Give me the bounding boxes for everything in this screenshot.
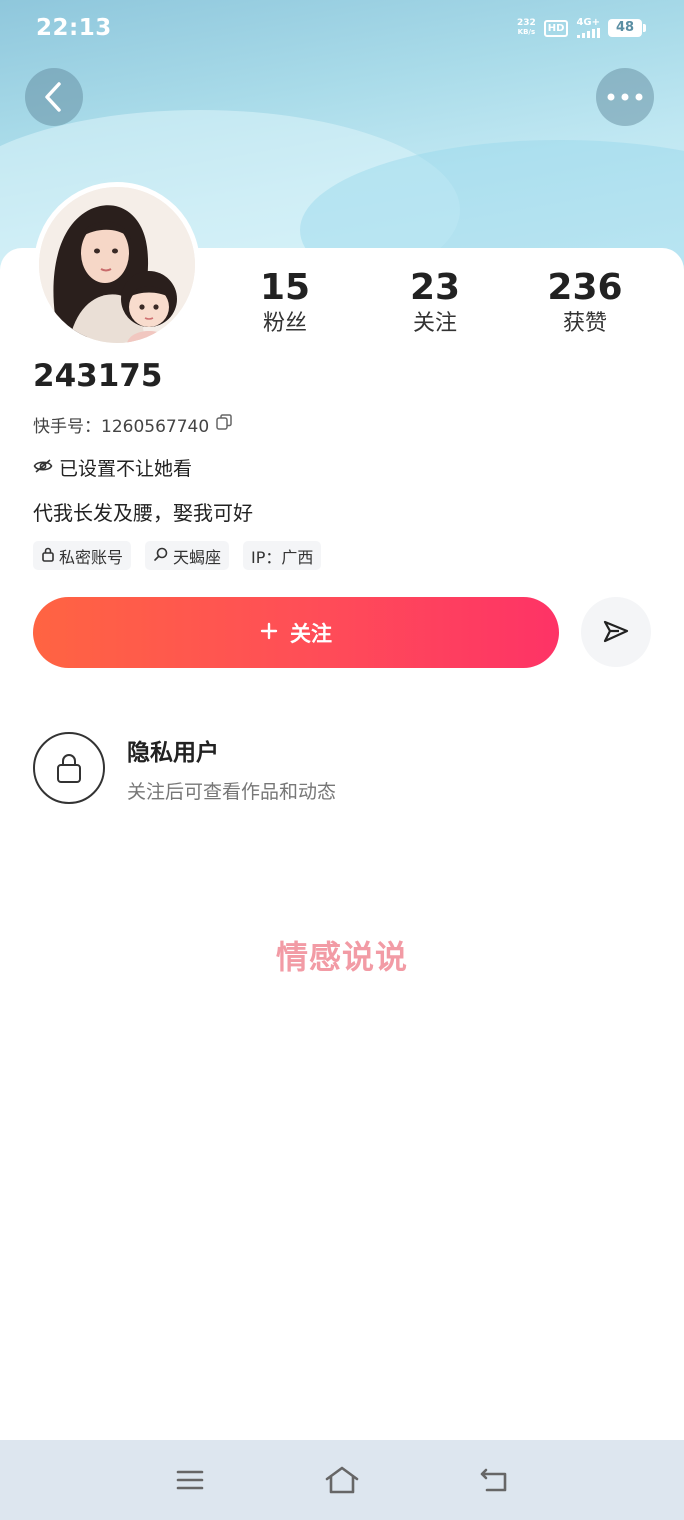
stat-value: 236 bbox=[547, 267, 623, 308]
more-button[interactable] bbox=[596, 68, 654, 126]
stat-value: 15 bbox=[259, 267, 311, 308]
back-nav-button[interactable] bbox=[474, 1462, 514, 1498]
private-user-block: 隐私用户 关注后可查看作品和动态 bbox=[33, 732, 336, 804]
stat-following[interactable]: 23 关注 bbox=[360, 266, 510, 338]
network-speed: 232 KB/s bbox=[516, 18, 536, 37]
menu-nav-button[interactable] bbox=[170, 1462, 210, 1498]
more-dots-icon bbox=[607, 93, 643, 101]
private-user-text: 隐私用户 关注后可查看作品和动态 bbox=[127, 733, 336, 804]
user-id-label: 快手号：1260567740 bbox=[33, 417, 210, 437]
home-icon bbox=[325, 1466, 359, 1494]
system-nav-bar bbox=[0, 1440, 684, 1520]
lock-icon bbox=[41, 546, 55, 566]
profile-tags: 私密账号 天蝎座 IP：广西 bbox=[33, 541, 322, 570]
stat-likes[interactable]: 236 获赞 bbox=[510, 266, 660, 338]
private-user-title: 隐私用户 bbox=[127, 739, 219, 766]
copy-icon[interactable] bbox=[215, 413, 233, 436]
home-nav-button[interactable] bbox=[322, 1462, 362, 1498]
private-user-subtitle: 关注后可查看作品和动态 bbox=[127, 780, 337, 803]
menu-icon bbox=[176, 1470, 204, 1490]
username: 243175 bbox=[33, 358, 163, 394]
status-icons: 232 KB/s HD 4G+ 48 bbox=[516, 18, 646, 38]
tag-private-account: 私密账号 bbox=[33, 541, 132, 570]
signal-icon: 4G+ bbox=[576, 18, 600, 38]
tag-ip-location: IP：广西 bbox=[243, 541, 322, 570]
stat-label: 获赞 bbox=[562, 311, 607, 336]
avatar-illustration bbox=[39, 187, 195, 343]
battery-icon: 48 bbox=[608, 19, 646, 37]
profile-stats: 15 粉丝 23 关注 236 获赞 bbox=[210, 266, 660, 338]
back-button[interactable] bbox=[25, 68, 83, 126]
plus-icon bbox=[260, 621, 278, 645]
watermark: 情感说说 bbox=[275, 938, 408, 976]
hd-badge: HD bbox=[543, 19, 569, 37]
hidden-notice-text: 已设置不让她看 bbox=[59, 458, 193, 480]
hidden-from-notice: 已设置不让她看 bbox=[33, 454, 192, 481]
stat-fans[interactable]: 15 粉丝 bbox=[210, 266, 360, 338]
stat-value: 23 bbox=[409, 267, 461, 308]
return-icon bbox=[480, 1468, 507, 1492]
avatar[interactable] bbox=[34, 182, 200, 348]
lock-icon bbox=[33, 732, 105, 804]
user-id-row: 快手号：1260567740 bbox=[33, 412, 233, 437]
stat-label: 关注 bbox=[412, 311, 457, 336]
follow-label: 关注 bbox=[290, 621, 332, 646]
search-icon bbox=[153, 546, 169, 566]
send-message-button[interactable] bbox=[581, 597, 651, 667]
bio: 代我长发及腰，娶我可好 bbox=[33, 501, 253, 525]
tag-zodiac[interactable]: 天蝎座 bbox=[145, 541, 230, 570]
send-icon bbox=[603, 620, 629, 643]
status-bar: 22:13 232 KB/s HD 4G+ 48 bbox=[0, 0, 684, 60]
chevron-left-icon bbox=[45, 82, 61, 112]
status-time: 22:13 bbox=[36, 15, 112, 41]
stat-label: 粉丝 bbox=[262, 311, 307, 336]
eye-off-icon bbox=[33, 457, 53, 479]
follow-button[interactable]: 关注 bbox=[33, 597, 559, 668]
